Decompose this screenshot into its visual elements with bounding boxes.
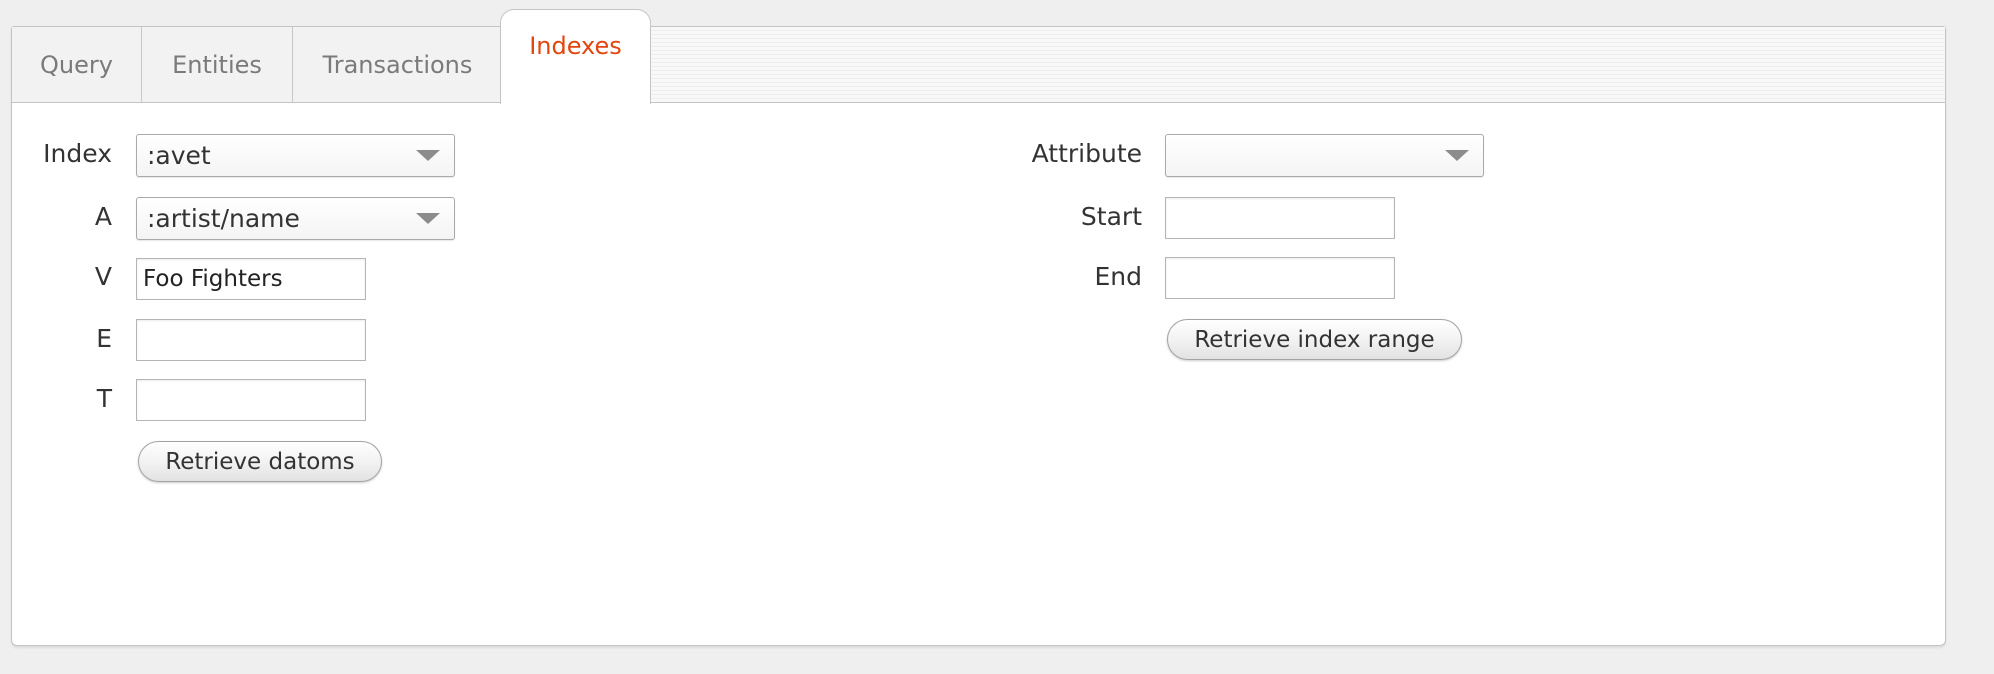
start-input[interactable]: [1165, 197, 1395, 239]
tab-indexes[interactable]: Indexes: [500, 9, 651, 104]
e-label: E: [96, 324, 112, 353]
a-label: A: [94, 202, 112, 231]
index-label: Index: [43, 139, 112, 168]
e-input[interactable]: [136, 319, 366, 361]
attribute-a-select[interactable]: :artist/name: [136, 197, 455, 240]
tab-query[interactable]: Query: [12, 27, 142, 102]
t-input[interactable]: [136, 379, 366, 421]
v-label: V: [94, 262, 112, 291]
end-label: End: [1094, 262, 1142, 291]
index-select[interactable]: :avet: [136, 134, 455, 177]
tab-transactions[interactable]: Transactions: [293, 27, 502, 102]
retrieve-index-range-button[interactable]: Retrieve index range: [1167, 319, 1462, 360]
start-label: Start: [1080, 202, 1142, 231]
chevron-down-icon: [416, 150, 440, 161]
tab-entities[interactable]: Entities: [142, 27, 293, 102]
chevron-down-icon: [1445, 150, 1469, 161]
end-input[interactable]: [1165, 257, 1395, 299]
attribute-select[interactable]: [1165, 134, 1484, 177]
v-input[interactable]: [136, 258, 366, 300]
chevron-down-icon: [416, 213, 440, 224]
t-label: T: [96, 384, 112, 413]
tab-bar: Query Entities Transactions Indexes: [12, 9, 1945, 104]
index-select-value: :avet: [147, 141, 211, 170]
retrieve-datoms-button[interactable]: Retrieve datoms: [138, 441, 382, 482]
a-select-value: :artist/name: [147, 204, 300, 233]
attribute-label: Attribute: [1031, 139, 1142, 168]
